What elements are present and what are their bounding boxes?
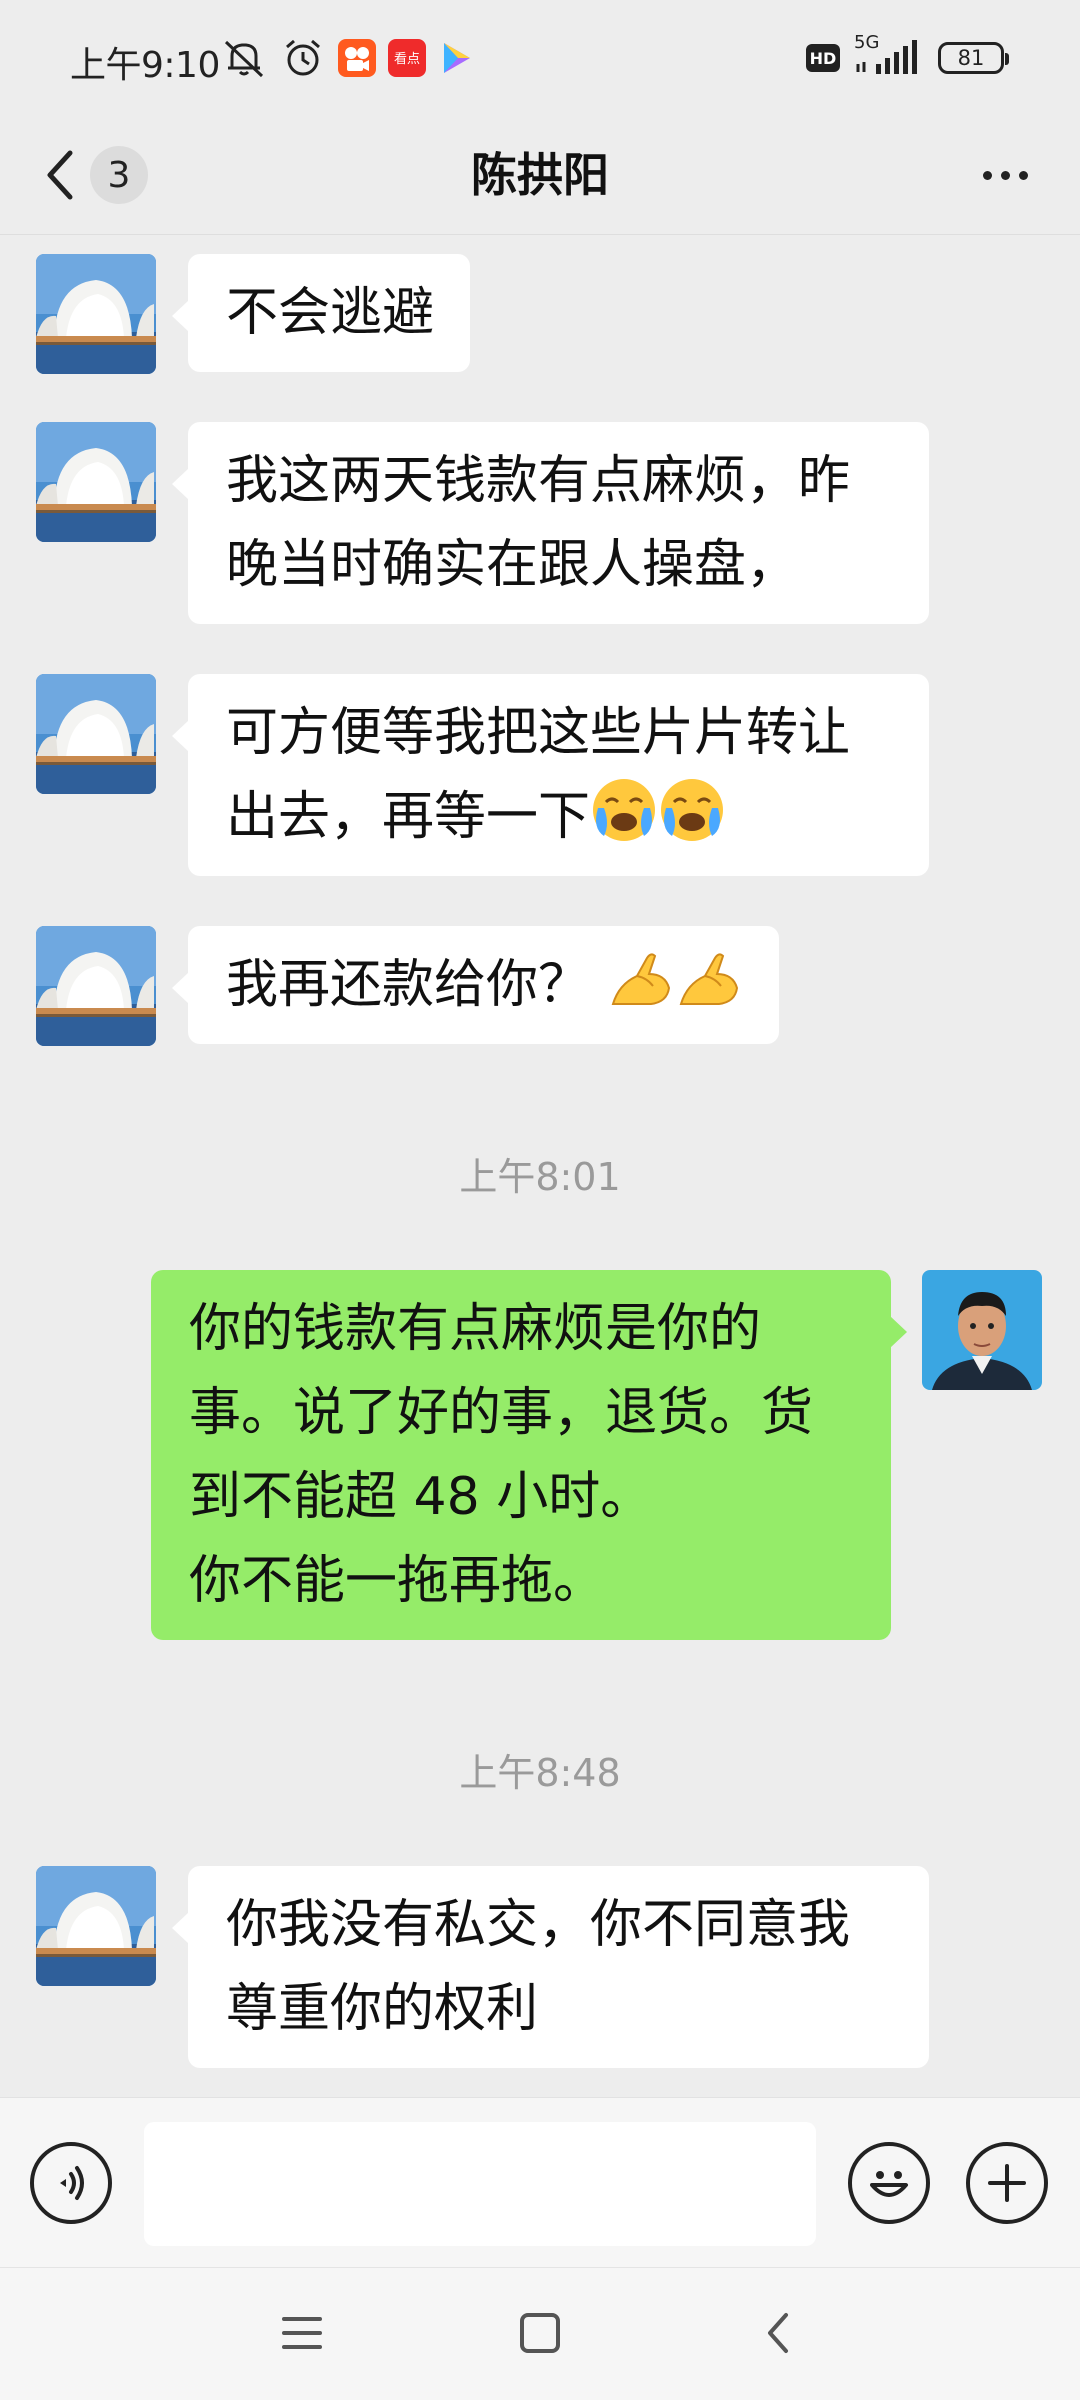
- plus-icon: [988, 2164, 1026, 2202]
- signal-bars-icon: [856, 40, 917, 74]
- signal-indicator: 5G: [854, 32, 924, 78]
- dot-icon: [1000, 170, 1010, 180]
- message-line: 出去，再等一下: [226, 787, 591, 847]
- play-app-icon: [444, 43, 470, 73]
- message-input[interactable]: [144, 2122, 816, 2246]
- message-line: 尊重你的权利: [226, 1979, 539, 2039]
- message-line: 到不能超 48 小时。: [189, 1467, 653, 1527]
- message-line: 你不能一拖再拖。: [189, 1551, 606, 1611]
- message-list[interactable]: 不会逃避 我这两天钱款有点麻烦，昨 晚当时确实在跟人操盘， 可方便等我把这些片片转…: [0, 236, 1080, 2096]
- home-icon: [520, 2313, 560, 2353]
- message-bubble[interactable]: 不会逃避: [171, 254, 471, 372]
- unread-count-badge: 3: [90, 146, 148, 204]
- chevron-left-icon: [47, 150, 73, 200]
- message-line: 你的钱款有点麻烦是你的: [189, 1299, 762, 1359]
- message-line: 我这两天钱款有点麻烦，昨: [226, 451, 851, 511]
- contact-avatar[interactable]: [36, 926, 156, 1046]
- crying-emoji-icon: [590, 776, 658, 844]
- home-button[interactable]: [500, 2298, 580, 2368]
- crying-emoji-icon: [658, 776, 726, 844]
- contact-avatar[interactable]: [36, 1866, 156, 1986]
- emoji-button[interactable]: [848, 2142, 930, 2224]
- more-functions-button[interactable]: [966, 2142, 1048, 2224]
- status-bar: 上午9:10 看点 HD 5G 81: [0, 0, 1080, 115]
- system-back-button[interactable]: [738, 2298, 818, 2368]
- kandian-label: 看点: [394, 51, 420, 67]
- message-timestamp: 上午8:48: [459, 1751, 621, 1795]
- status-time: 上午9:10: [70, 45, 220, 86]
- message-line: 可方便等我把这些片片转让: [226, 703, 851, 763]
- message-text: 我再还款给你？: [226, 955, 591, 1015]
- kandian-app-icon: 看点: [388, 39, 426, 77]
- message-line: 晚当时确实在跟人操盘，: [226, 535, 799, 595]
- mute-bell-icon: [224, 40, 264, 78]
- contact-avatar[interactable]: [36, 422, 156, 542]
- pinching-hand-emoji-icon: [675, 944, 743, 1012]
- contact-avatar[interactable]: [36, 674, 156, 794]
- dot-icon: [1018, 170, 1028, 180]
- message-text: 不会逃避: [226, 283, 435, 343]
- kuaishou-app-icon: [338, 39, 376, 77]
- input-bar: [0, 2097, 1080, 2267]
- alarm-icon: [286, 39, 320, 76]
- message-bubble[interactable]: 你我没有私交，你不同意我 尊重你的权利: [172, 1866, 929, 2068]
- message-bubble[interactable]: 我再还款给你？: [172, 926, 779, 1044]
- message-bubble[interactable]: 我这两天钱款有点麻烦，昨 晚当时确实在跟人操盘，: [172, 422, 929, 624]
- status-right: HD 5G 81: [806, 32, 1009, 80]
- my-avatar[interactable]: [922, 1270, 1042, 1390]
- contact-avatar[interactable]: [36, 254, 156, 374]
- chat-header: 陈拱阳 3: [0, 115, 1080, 235]
- voice-button[interactable]: [30, 2142, 112, 2224]
- emoji-icon: [870, 2171, 908, 2197]
- message-bubble[interactable]: 可方便等我把这些片片转让 出去，再等一下: [172, 674, 929, 876]
- dot-icon: [982, 170, 992, 180]
- back-icon: [768, 2313, 788, 2353]
- message-line: 你我没有私交，你不同意我: [226, 1895, 851, 1955]
- message-timestamp: 上午8:01: [459, 1155, 621, 1199]
- message-line: 事。说了好的事，退货。货: [189, 1383, 814, 1443]
- system-navigation-bar: [0, 2267, 1080, 2400]
- voice-input-icon: [60, 2166, 84, 2200]
- pinching-hand-emoji-icon: [607, 944, 675, 1012]
- message-bubble[interactable]: 你的钱款有点麻烦是你的 事。说了好的事，退货。货 到不能超 48 小时。 你不能一拖再…: [151, 1270, 907, 1640]
- menu-icon: [282, 2317, 322, 2349]
- battery-indicator: 81: [938, 42, 1009, 74]
- menu-button[interactable]: [262, 2298, 342, 2368]
- back-button[interactable]: 3: [40, 135, 170, 215]
- hd-icon: HD: [806, 44, 840, 72]
- more-options-button[interactable]: [970, 145, 1040, 205]
